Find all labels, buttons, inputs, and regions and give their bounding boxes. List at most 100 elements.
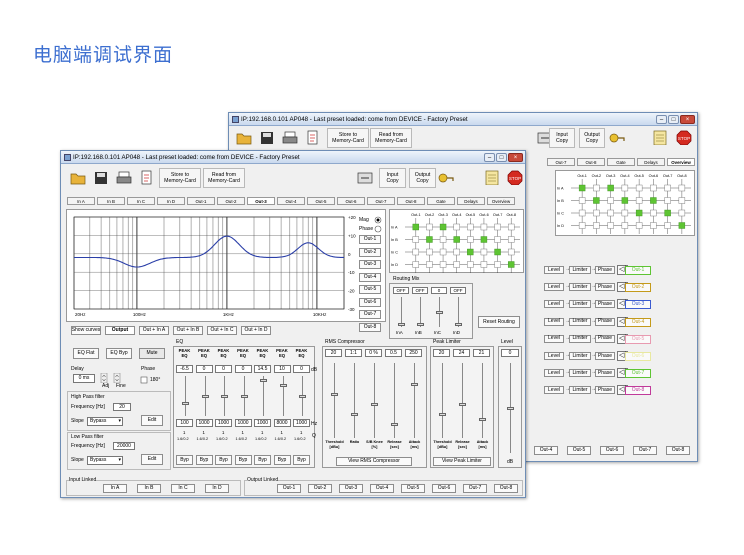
output-linked-out-5-button[interactable]: Out-5: [401, 484, 425, 493]
route-cell[interactable]: [678, 222, 686, 229]
limiter-input[interactable]: 24: [453, 349, 470, 357]
route-cell[interactable]: [621, 197, 629, 204]
eq-gain-slider[interactable]: [240, 376, 252, 416]
route-cell[interactable]: [650, 184, 657, 192]
output-linked-out-6-button[interactable]: Out-6: [432, 484, 456, 493]
close-button[interactable]: ×: [680, 115, 695, 124]
delay-spinners[interactable]: [100, 373, 124, 383]
route-cell[interactable]: [453, 236, 460, 243]
curve-out-2-button[interactable]: Out-2: [359, 247, 381, 257]
chain-level-button[interactable]: Level: [544, 317, 564, 326]
chain-output-3-button[interactable]: Out-3: [625, 300, 651, 310]
compressor-input[interactable]: 1:1: [345, 349, 362, 357]
route-cell[interactable]: [678, 197, 686, 204]
curve-out-1-button[interactable]: Out-1: [359, 235, 381, 244]
save-icon[interactable]: [259, 130, 275, 145]
link-icon[interactable]: [357, 170, 373, 185]
route-cell[interactable]: [621, 222, 629, 229]
route-cell[interactable]: [426, 248, 433, 256]
route-cell[interactable]: [507, 261, 515, 268]
eq-gain-slider[interactable]: [182, 376, 193, 416]
limiter-slider[interactable]: [439, 363, 450, 438]
eq-gain-knob[interactable]: [201, 395, 209, 398]
eq-frequency-input[interactable]: 1000: [293, 419, 310, 427]
eq-frequency-input[interactable]: 1000: [195, 419, 213, 427]
routing-mix-input[interactable]: OFF: [412, 287, 428, 294]
compressor-input[interactable]: 0 %: [365, 349, 382, 357]
route-cell[interactable]: [593, 209, 600, 217]
chain-limiter-button[interactable]: Limiter: [569, 352, 591, 360]
route-cell[interactable]: [494, 248, 501, 256]
eq-gain-knob[interactable]: [182, 402, 189, 406]
eq-flat-button[interactable]: EQ Flat: [73, 348, 99, 359]
compressor-input[interactable]: 20: [325, 349, 342, 357]
route-cell[interactable]: [467, 261, 474, 268]
folder-icon[interactable]: [70, 170, 86, 185]
lpf-edit-button[interactable]: Edit: [141, 454, 163, 465]
route-cell[interactable]: [507, 236, 515, 243]
eq-gain-input[interactable]: 0: [293, 365, 310, 373]
route-cell[interactable]: [426, 261, 433, 268]
chain-phase-button[interactable]: Phase: [595, 369, 615, 378]
route-cell[interactable]: [480, 261, 488, 268]
print-icon[interactable]: [116, 170, 132, 185]
routing-mix-slider[interactable]: [455, 297, 466, 327]
eq-frequency-input[interactable]: 1000: [234, 419, 252, 427]
route-cell[interactable]: [480, 236, 488, 243]
compressor-input[interactable]: 0.5: [385, 349, 402, 357]
chain-limiter-button[interactable]: Limiter: [569, 386, 591, 395]
eq-gain-slider[interactable]: [279, 376, 291, 416]
route-cell[interactable]: [412, 223, 420, 231]
route-cell[interactable]: [507, 223, 515, 231]
eq-band-bypass-button[interactable]: Byp: [234, 455, 252, 465]
maximize-button[interactable]: □: [496, 153, 507, 162]
route-cell[interactable]: [480, 248, 488, 256]
back-output-copy-button[interactable]: Output Copy: [579, 128, 605, 148]
routing-mix-slider[interactable]: [436, 297, 447, 327]
chain-level-button[interactable]: Level: [544, 369, 564, 378]
route-cell[interactable]: [494, 261, 501, 268]
compressor-slider[interactable]: [411, 363, 422, 438]
eq-band-bypass-button[interactable]: Byp: [215, 455, 232, 465]
limiter-knob[interactable]: [459, 403, 466, 406]
chain-limiter-button[interactable]: Limiter: [569, 369, 591, 378]
chain-level-button[interactable]: Level: [544, 283, 564, 292]
hpf-slope-select[interactable]: Bypass ▾: [87, 417, 123, 426]
chain-limiter-button[interactable]: Limiter: [569, 283, 591, 292]
level-input[interactable]: 0: [501, 349, 519, 357]
output-copy-button[interactable]: Output Copy: [409, 168, 436, 188]
stop-icon[interactable]: STOP: [676, 130, 692, 145]
minimize-button[interactable]: –: [656, 115, 667, 124]
output-linked-out-4-button[interactable]: Out-4: [370, 484, 394, 493]
route-cell[interactable]: [650, 209, 657, 217]
chain-output-8-button[interactable]: Out-8: [625, 386, 651, 396]
limiter-input[interactable]: 21: [473, 349, 490, 357]
route-cell[interactable]: [678, 184, 686, 192]
eq-gain-knob[interactable]: [221, 395, 228, 398]
chain-level-button[interactable]: Level: [544, 386, 564, 395]
output-linked-out-2-button[interactable]: Out-2: [308, 484, 332, 493]
route-cell[interactable]: [578, 209, 586, 217]
tab-out-4[interactable]: Out-4: [277, 197, 305, 205]
tab-out-1[interactable]: Out-1: [187, 197, 215, 205]
chain-output-5-button[interactable]: Out-5: [625, 334, 651, 344]
compressor-input[interactable]: 250: [405, 349, 422, 357]
eq-frequency-input[interactable]: 1000: [254, 419, 271, 427]
route-cell[interactable]: [593, 184, 600, 192]
back-input-copy-button[interactable]: Input Copy: [549, 128, 575, 148]
compressor-knob[interactable]: [331, 393, 338, 396]
phase-radio[interactable]: [374, 225, 382, 233]
route-cell[interactable]: [593, 197, 600, 204]
route-cell[interactable]: [439, 236, 447, 243]
back-bottom-out-4-button[interactable]: Out-4: [534, 446, 558, 455]
compressor-knob[interactable]: [391, 423, 398, 426]
notes-icon[interactable]: [484, 170, 500, 185]
chain-output-2-button[interactable]: Out-2: [625, 283, 651, 293]
eq-gain-input[interactable]: 0: [234, 365, 252, 373]
document-icon[interactable]: [304, 130, 320, 145]
tab-in-a[interactable]: In A: [67, 197, 95, 205]
tab-out-8[interactable]: Out-8: [397, 197, 425, 205]
back-bottom-out-6-button[interactable]: Out-6: [600, 446, 624, 455]
back-bottom-out-5-button[interactable]: Out-5: [567, 446, 591, 455]
compressor-slider[interactable]: [371, 363, 382, 438]
